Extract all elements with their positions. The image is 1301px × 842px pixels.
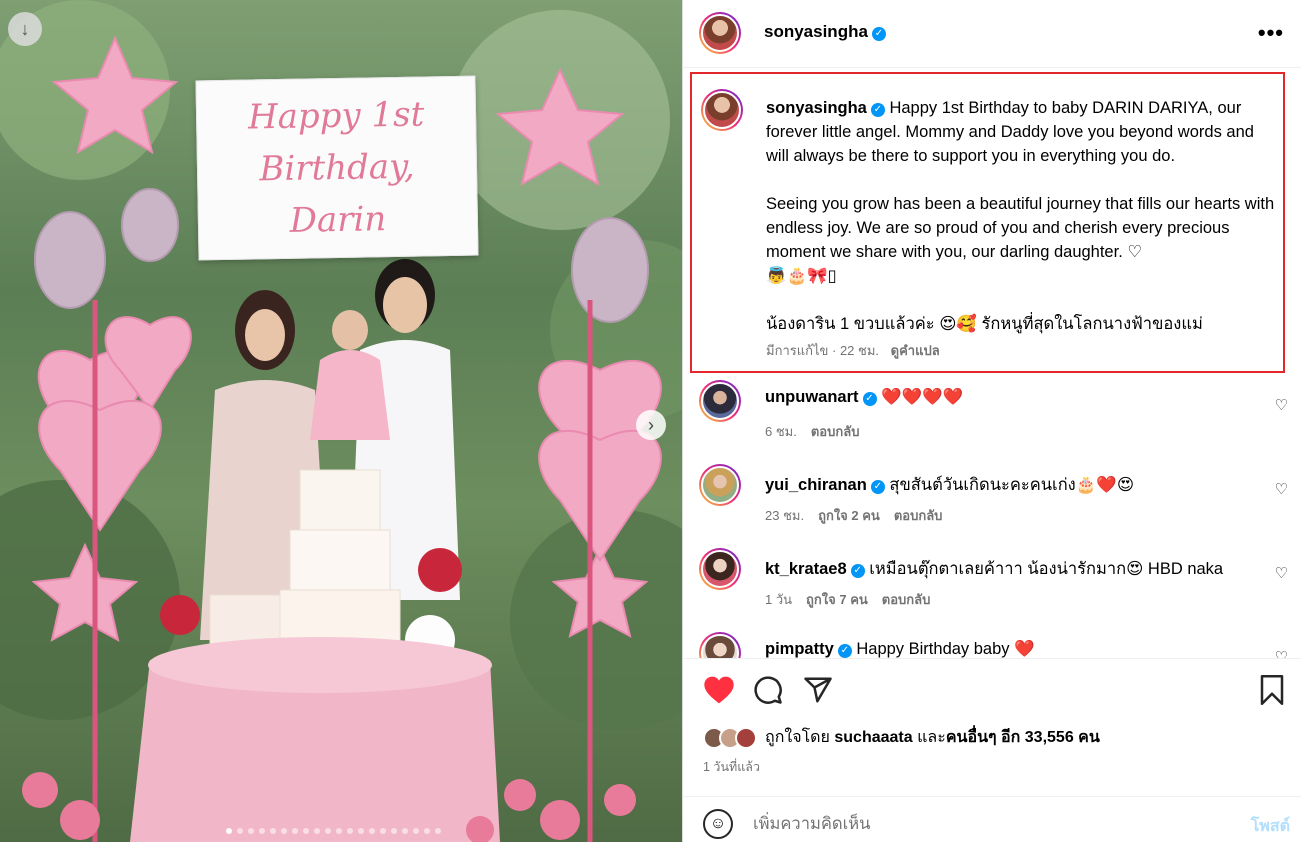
share-icon[interactable] (803, 675, 833, 705)
caption-paragraph-2: Seeing you grow has been a beautiful jou… (766, 195, 1275, 285)
comment-item: kt_kratae8 ✓ เหมือนตุ๊กตาเลยค้าาา น้องน่า… (683, 544, 1301, 628)
caption-avatar[interactable] (701, 89, 743, 131)
comment-likes[interactable]: ถูกใจ 7 คน (806, 592, 868, 607)
carousel-dot (369, 828, 375, 834)
likes-others[interactable]: คนอื่นๆ อีก 33,556 คน (946, 725, 1100, 750)
caption-paragraph-3: น้องดาริน 1 ขวบแล้วค่ะ 😍🥰 รักหนูที่สุดใน… (766, 315, 1203, 333)
avatar[interactable] (699, 380, 741, 422)
avatar[interactable] (699, 464, 741, 506)
carousel-dot (248, 828, 254, 834)
carousel-dot (314, 828, 320, 834)
avatar[interactable] (699, 12, 741, 54)
comment-item: pimpatty ✓ Happy Birthday baby ❤️ ♡ (683, 628, 1301, 658)
carousel-dot (325, 828, 331, 834)
heart-outline-icon[interactable]: ♡ (1275, 564, 1288, 582)
more-options-icon[interactable]: ••• (1258, 20, 1284, 46)
translate-link[interactable]: ดูคำแปล (891, 343, 940, 358)
reply-button[interactable]: ตอบกลับ (882, 592, 931, 607)
comment-username[interactable]: unpuwanart (765, 388, 859, 406)
comment-text: ❤️❤️❤️❤️ (881, 388, 964, 406)
header-username[interactable]: sonyasingha (764, 22, 868, 41)
birthday-banner: Happy 1st Birthday, Darin (195, 75, 479, 261)
caption-meta: มีการแก้ไข · 22 ชม. ดูคำแปล (766, 340, 940, 361)
carousel-dot (347, 828, 353, 834)
carousel-dot (391, 828, 397, 834)
carousel-dot (435, 828, 441, 834)
comment-icon[interactable] (753, 675, 783, 705)
caption-highlight-box: sonyasingha ✓ Happy 1st Birthday to baby … (690, 72, 1285, 373)
verified-badge-icon: ✓ (870, 103, 885, 117)
reply-button[interactable]: ตอบกลับ (894, 508, 943, 523)
comment-time: 23 ชม. (765, 508, 805, 523)
post-timestamp[interactable]: 1 วันที่แล้ว (703, 757, 760, 777)
carousel-dot (303, 828, 309, 834)
heart-outline-icon[interactable]: ♡ (1275, 480, 1288, 498)
bookmark-icon[interactable] (1259, 675, 1285, 705)
carousel-dot (336, 828, 342, 834)
heart-filled-icon[interactable] (703, 675, 735, 705)
carousel-dots (226, 828, 441, 834)
carousel-dot (259, 828, 265, 834)
emoji-icon[interactable]: ☺ (703, 809, 733, 839)
comment-username[interactable]: pimpatty (765, 640, 834, 658)
carousel-dot (380, 828, 386, 834)
download-icon[interactable]: ↓ (8, 12, 42, 46)
comments-list[interactable]: unpuwanart ✓ ❤️❤️❤️❤️ 6 ชม. ตอบกลับ ♡ yui_… (683, 376, 1301, 658)
post-comment-button[interactable]: โพสต์ (1251, 814, 1290, 839)
caption-username[interactable]: sonyasingha (766, 99, 867, 117)
avatar[interactable] (699, 548, 741, 590)
carousel-dot (237, 828, 243, 834)
comment-text: สุขสันต์วันเกิดนะคะคนเก่ง🎂❤️😍 (889, 476, 1135, 494)
comment-text: เหมือนตุ๊กตาเลยค้าาา น้องน่ารักมาก😍 HBD … (869, 560, 1224, 578)
chevron-right-icon[interactable]: › (636, 410, 666, 440)
verified-badge-icon: ✓ (850, 564, 865, 578)
post-side-panel: sonyasingha ✓ ••• sonyasingha ✓ Happy 1st … (682, 0, 1301, 842)
verified-badge-icon: ✓ (837, 644, 852, 658)
verified-badge-icon: ✓ (862, 392, 877, 406)
comment-item: yui_chiranan ✓ สุขสันต์วันเกิดนะคะคนเก่ง🎂… (683, 460, 1301, 544)
banner-text: Happy 1st Birthday, Darin (247, 94, 425, 241)
likes-summary: ถูกใจโดย suchaaata และ คนอื่นๆ อีก 33,556… (703, 725, 1100, 750)
caption-edited: มีการแก้ไข · 22 ชม. (766, 343, 880, 358)
carousel-dot (226, 828, 232, 834)
post-media[interactable]: Happy 1st Birthday, Darin ↓ › (0, 0, 682, 842)
verified-badge-icon: ✓ (870, 480, 885, 494)
verified-badge-icon: ✓ (871, 27, 886, 41)
comment-input[interactable] (753, 811, 1203, 837)
caption-text: sonyasingha ✓ Happy 1st Birthday to baby … (766, 96, 1276, 336)
comment-time: 6 ชม. (765, 424, 797, 439)
comment-text: Happy Birthday baby ❤️ (856, 640, 1035, 658)
comment-item: unpuwanart ✓ ❤️❤️❤️❤️ 6 ชม. ตอบกลับ ♡ (683, 376, 1301, 460)
comment-username[interactable]: yui_chiranan (765, 476, 867, 494)
comment-time: 1 วัน (765, 592, 793, 607)
heart-outline-icon[interactable]: ♡ (1275, 648, 1288, 658)
comment-username[interactable]: kt_kratae8 (765, 560, 847, 578)
likes-middle: และ (917, 729, 946, 746)
carousel-dot (270, 828, 276, 834)
carousel-dot (413, 828, 419, 834)
likes-prefix: ถูกใจโดย (765, 729, 830, 746)
carousel-dot (424, 828, 430, 834)
carousel-dot (281, 828, 287, 834)
likes-first-user[interactable]: suchaaata (834, 729, 912, 747)
liker-avatars (703, 726, 757, 749)
heart-outline-icon[interactable]: ♡ (1275, 396, 1288, 414)
post-header: sonyasingha ✓ ••• (683, 0, 1301, 68)
carousel-dot (402, 828, 408, 834)
carousel-dot (358, 828, 364, 834)
add-comment-bar: ☺ โพสต์ (683, 796, 1301, 842)
carousel-dot (292, 828, 298, 834)
reply-button[interactable]: ตอบกลับ (811, 424, 860, 439)
comment-likes[interactable]: ถูกใจ 2 คน (818, 508, 880, 523)
avatar[interactable] (699, 632, 741, 658)
